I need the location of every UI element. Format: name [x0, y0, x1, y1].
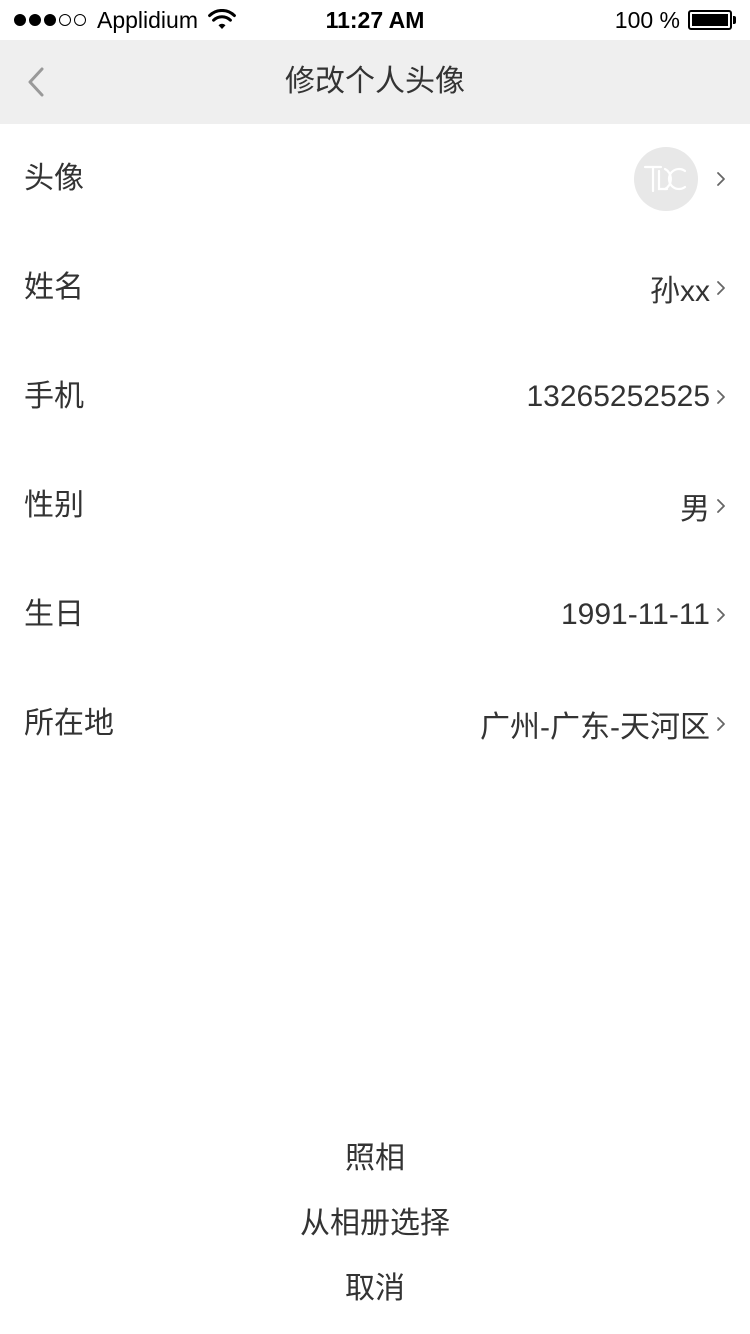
row-value: 广州-广东-天河区 — [480, 710, 710, 744]
chevron-right-icon — [717, 498, 725, 513]
row-right: 13265252525 — [526, 342, 726, 451]
status-right: 100 % — [615, 6, 736, 34]
chevron-right-icon — [717, 280, 725, 295]
avatar-logo-icon — [643, 165, 687, 192]
status-bar: Applidium 11:27 AM 100 % — [0, 0, 750, 40]
row-value: 男 — [680, 492, 710, 526]
row-label: 所在地 — [24, 706, 114, 741]
photo-action-sheet: 照相 从相册选择 取消 — [0, 1126, 750, 1321]
profile-row-name[interactable]: 姓名 孙xx — [0, 233, 750, 342]
row-right: 广州-广东-天河区 — [480, 669, 726, 778]
chevron-left-icon — [28, 67, 44, 97]
chevron-right-icon — [717, 607, 725, 622]
take-photo-button[interactable]: 照相 — [0, 1126, 750, 1191]
profile-row-birthday[interactable]: 生日 1991-11-11 — [0, 560, 750, 669]
row-value: 1991-11-11 — [560, 597, 710, 631]
battery-icon — [688, 10, 732, 30]
profile-list: 头像 姓名 孙xx 手机 13265252525 性别 男 生日 1991-11… — [0, 124, 750, 778]
row-label: 头像 — [24, 161, 84, 196]
row-value: 13265252525 — [526, 379, 710, 413]
row-value: 孙xx — [650, 274, 710, 308]
profile-row-avatar[interactable]: 头像 — [0, 124, 750, 233]
profile-row-location[interactable]: 所在地 广州-广东-天河区 — [0, 669, 750, 778]
row-label: 姓名 — [24, 270, 84, 305]
choose-from-album-button[interactable]: 从相册选择 — [0, 1191, 750, 1256]
row-right: 1991-11-11 — [561, 560, 726, 669]
row-label: 生日 — [24, 597, 84, 632]
chevron-right-icon — [717, 389, 725, 404]
row-label: 性别 — [24, 488, 84, 523]
edit-profile-screen: Applidium 11:27 AM 100 % 修改个人头像 头像 姓名 孙x… — [0, 0, 750, 1334]
row-right — [634, 124, 726, 233]
navigation-bar: 修改个人头像 — [0, 40, 750, 124]
chevron-right-icon — [717, 716, 725, 731]
profile-row-phone[interactable]: 手机 13265252525 — [0, 342, 750, 451]
page-title: 修改个人头像 — [285, 64, 465, 99]
back-button[interactable] — [14, 60, 58, 104]
row-right: 孙xx — [650, 233, 726, 342]
row-label: 手机 — [24, 379, 84, 414]
row-right: 男 — [680, 451, 726, 560]
battery-fill — [692, 14, 728, 26]
battery-percentage: 100 % — [614, 6, 680, 33]
avatar[interactable] — [634, 146, 698, 211]
chevron-right-icon — [717, 171, 725, 186]
profile-row-gender[interactable]: 性别 男 — [0, 451, 750, 560]
cancel-button[interactable]: 取消 — [0, 1256, 750, 1321]
battery-tip — [733, 16, 736, 24]
